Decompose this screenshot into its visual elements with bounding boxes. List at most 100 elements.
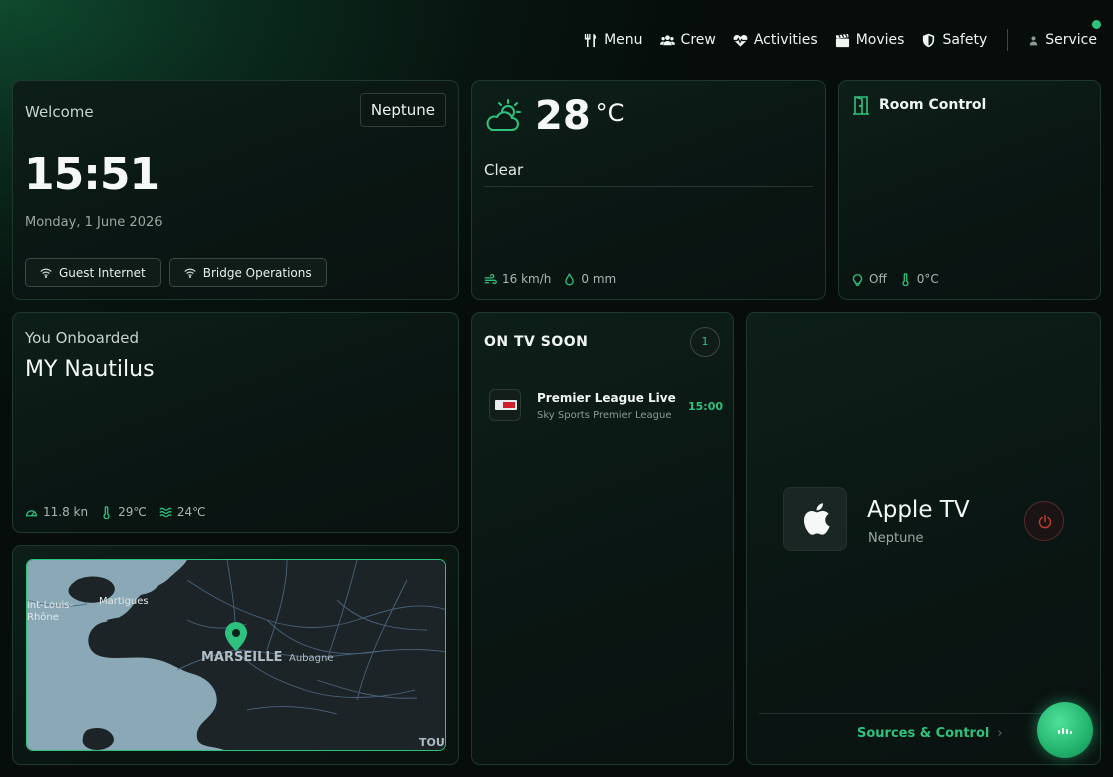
- weather-temp-unit: °C: [595, 99, 625, 127]
- weather-condition: Clear: [484, 161, 524, 179]
- guest-internet-label: Guest Internet: [59, 265, 146, 280]
- nav-menu-label: Menu: [604, 32, 643, 48]
- program-time: 15:00: [687, 400, 723, 413]
- lightbulb-icon: [852, 273, 863, 286]
- map-label-martigues: Martigues: [99, 596, 149, 607]
- guest-internet-button[interactable]: Guest Internet: [25, 258, 161, 287]
- tv-schedule-card: ON TV SOON 1 Premier League Live Sky Spo…: [471, 312, 734, 765]
- channel-logo: [489, 389, 521, 421]
- service-status-dot: [1092, 20, 1101, 29]
- rain-stat: 0 mm: [563, 272, 616, 286]
- tv-count-badge: 1: [690, 327, 720, 357]
- onboard-label: You Onboarded: [25, 329, 140, 347]
- voice-assistant-button[interactable]: [1037, 702, 1093, 758]
- user-icon: [1029, 35, 1038, 45]
- top-nav: Menu Crew Activities Movies Safety Servi…: [566, 20, 1101, 52]
- map-label-marseille: MARSEILLE: [201, 650, 283, 665]
- room-temp-value: 0°C: [916, 272, 939, 286]
- nav-service[interactable]: Service: [1028, 20, 1101, 48]
- wind-value: 16 km/h: [502, 272, 552, 286]
- nav-safety-label: Safety: [942, 32, 988, 48]
- nav-menu[interactable]: Menu: [583, 32, 643, 48]
- wifi-icon: [40, 268, 52, 278]
- wifi-buttons: Guest Internet Bridge Operations: [25, 258, 327, 287]
- welcome-card: Welcome Neptune 15:51 Monday, 1 June 202…: [12, 80, 459, 300]
- weather-temp-value: 28: [535, 93, 591, 139]
- sources-control-link[interactable]: Sources & Control ›: [857, 726, 1003, 741]
- wind-stat: 16 km/h: [484, 272, 551, 286]
- sources-control-label: Sources & Control: [857, 726, 990, 741]
- utensils-icon: [584, 33, 597, 47]
- onboard-card: You Onboarded MY Nautilus 11.8 kn 29℃ 24…: [12, 312, 459, 533]
- audio-bars-icon: [1058, 728, 1072, 734]
- speed-stat: 11.8 kn: [25, 505, 88, 519]
- weather-card[interactable]: 28 °C Clear 16 km/h 0 mm: [471, 80, 826, 300]
- location-button[interactable]: Neptune: [359, 93, 446, 127]
- door-icon: [853, 96, 869, 115]
- water-temp-value: 24℃: [176, 505, 206, 519]
- room-control-title: Room Control: [879, 97, 987, 113]
- clock-time: 15:51: [24, 149, 160, 200]
- speedometer-icon: [25, 509, 38, 516]
- map-label-aubagne: Aubagne: [289, 653, 334, 664]
- air-temp-value: 29℃: [118, 505, 147, 519]
- wind-icon: [484, 273, 497, 284]
- map-card: MARSEILLE Aubagne Martigues int-Louis- R…: [12, 545, 459, 765]
- light-stat: Off: [851, 272, 887, 286]
- wifi-icon: [184, 268, 196, 278]
- users-icon: [659, 34, 675, 45]
- air-temp-stat: 29℃: [100, 505, 147, 519]
- light-value: Off: [869, 272, 887, 286]
- program-title: Premier League Live: [537, 391, 676, 405]
- nav-service-label: Service: [1045, 32, 1097, 48]
- weather-divider: [484, 186, 813, 187]
- room-temp-stat: 0°C: [899, 272, 939, 286]
- apple-logo-icon: [803, 503, 830, 535]
- nav-crew[interactable]: Crew: [659, 32, 716, 48]
- partly-cloudy-icon: [486, 99, 521, 131]
- waves-icon: [159, 507, 172, 517]
- map-label-rhone: Rhône: [27, 612, 59, 623]
- nav-movies[interactable]: Movies: [835, 32, 905, 48]
- room-stats: Off 0°C: [851, 272, 939, 286]
- nav-divider: [1007, 29, 1009, 51]
- nav-safety[interactable]: Safety: [921, 32, 987, 48]
- shield-icon: [923, 33, 935, 47]
- vessel-stats: 11.8 kn 29℃ 24℃: [25, 505, 206, 519]
- chevron-right-icon: ›: [997, 726, 1003, 741]
- vessel-name: MY Nautilus: [25, 357, 155, 382]
- droplet-icon: [565, 272, 575, 285]
- apple-tv-card: Apple TV Neptune Sources & Control ›: [746, 312, 1101, 765]
- nav-movies-label: Movies: [855, 32, 905, 48]
- sky-sports-logo: [495, 400, 517, 410]
- power-icon: [1038, 514, 1052, 529]
- thermometer-icon: [103, 505, 110, 519]
- apple-tv-name: Apple TV: [867, 497, 970, 523]
- welcome-title: Welcome: [25, 103, 94, 121]
- current-date: Monday, 1 June 2026: [25, 215, 163, 230]
- water-temp-stat: 24℃: [159, 505, 206, 519]
- weather-temperature: 28 °C: [535, 93, 624, 139]
- power-button[interactable]: [1024, 501, 1064, 541]
- thermometer-icon: [902, 272, 909, 286]
- nav-activities[interactable]: Activities: [733, 32, 818, 48]
- apple-tv-icon-tile: [783, 487, 847, 551]
- program-channel: Sky Sports Premier League: [537, 410, 672, 421]
- apple-tv-divider: [759, 713, 1088, 714]
- clapperboard-icon: [835, 33, 849, 47]
- nav-activities-label: Activities: [753, 32, 818, 48]
- apple-tv-room: Neptune: [868, 531, 924, 546]
- weather-stats: 16 km/h 0 mm: [484, 272, 616, 286]
- nav-crew-label: Crew: [680, 32, 716, 48]
- room-control-card[interactable]: Room Control Off 0°C: [838, 80, 1101, 300]
- tv-program-item[interactable]: Premier League Live Sky Sports Premier L…: [489, 389, 723, 423]
- map-label-toulon: TOU: [419, 736, 445, 749]
- tv-title: ON TV SOON: [484, 334, 589, 350]
- bridge-operations-button[interactable]: Bridge Operations: [168, 258, 327, 287]
- speed-value: 11.8 kn: [43, 505, 89, 519]
- map-view[interactable]: MARSEILLE Aubagne Martigues int-Louis- R…: [26, 559, 446, 751]
- bridge-operations-label: Bridge Operations: [202, 265, 312, 280]
- heart-pulse-icon: [733, 34, 748, 47]
- rain-value: 0 mm: [581, 272, 617, 286]
- map-label-saint-louis: int-Louis-: [27, 600, 74, 611]
